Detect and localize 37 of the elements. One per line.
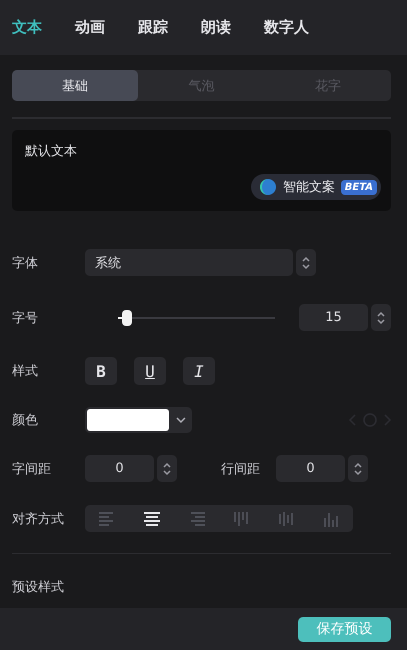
number-field[interactable]: 15 [299,304,368,331]
stepper-icon [301,254,311,270]
stepper-icon [162,460,172,476]
font-select[interactable]: 系统 [85,249,293,276]
beta-badge: BETA [340,180,377,194]
italic-button[interactable]: I [183,357,215,385]
number-field[interactable]: 0 [85,455,154,482]
tab[interactable]: 跟踪 [138,18,168,37]
stepper-icon [353,460,363,476]
tab[interactable]: 朗读 [201,18,231,37]
chevron-down-icon [176,416,186,424]
number-field[interactable]: 0 [276,455,345,482]
stepper-icon [376,310,386,326]
color-picker[interactable] [85,407,192,433]
field-label: 样式 [12,363,39,380]
tab[interactable]: 动画 [75,18,105,37]
field-label: 字间距 [12,460,52,478]
stepper-button[interactable] [296,249,316,276]
field-label: 字号 [12,310,39,326]
field-label: 对齐方式 [12,510,65,528]
field-label: 颜色 [12,412,39,429]
stepper-button[interactable] [371,304,391,331]
field-label: 行间距 [221,460,261,478]
align-center-icon [142,510,162,528]
bold-button[interactable]: B [85,357,117,385]
stepper-button[interactable] [157,455,177,482]
orb-icon [258,178,277,196]
tab[interactable]: 文本 [12,18,42,37]
segment-tab[interactable]: 基础 [12,70,138,101]
stepper-button[interactable] [348,455,368,482]
tab[interactable]: 数字人 [264,18,309,37]
text-input[interactable]: 默认文本 智能文案 BETA [12,130,391,211]
section-title: 预设样式 [12,579,65,596]
field-label: 字体 [12,254,39,272]
slider-thumb[interactable] [122,310,132,326]
underline-button[interactable]: U [134,357,166,385]
ai-copy-button[interactable]: 智能文案 BETA [250,174,381,200]
